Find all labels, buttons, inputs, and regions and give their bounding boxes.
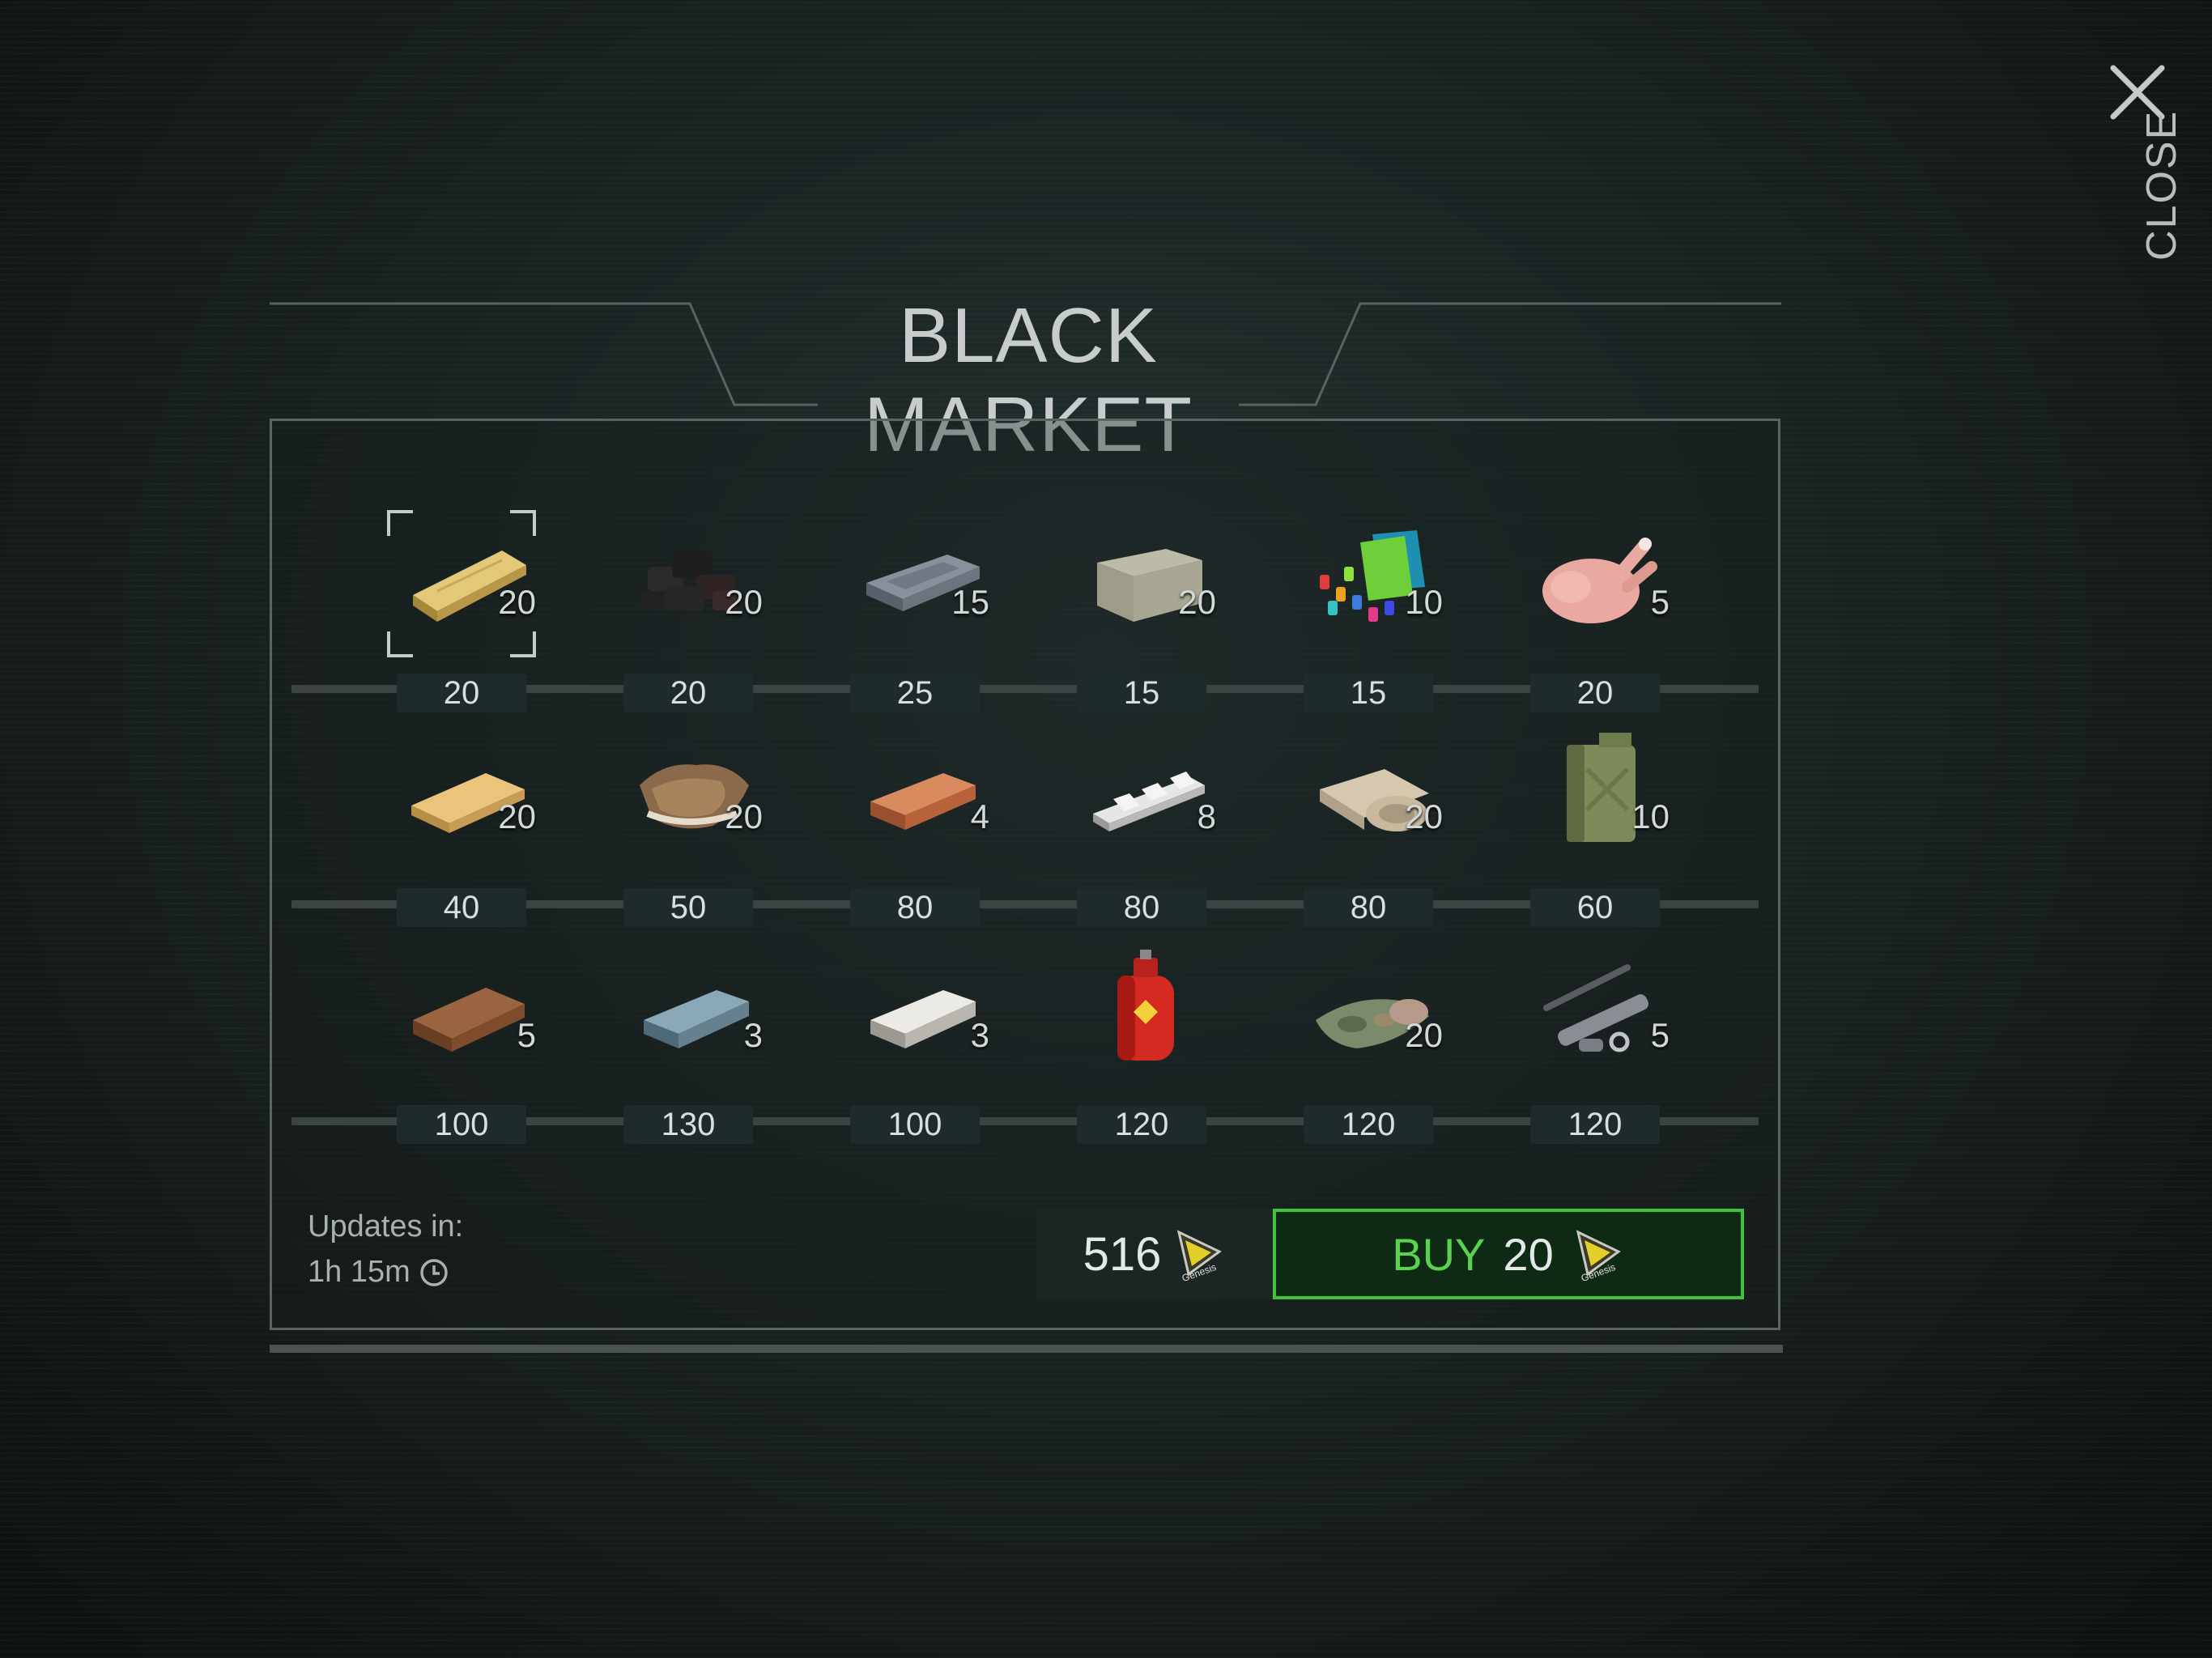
buy-label: BUY bbox=[1392, 1228, 1486, 1280]
clock-icon bbox=[420, 1258, 448, 1286]
weapon-parts-icon bbox=[1543, 964, 1648, 1052]
item-quantity: 4 bbox=[970, 797, 989, 835]
item-price: 120 bbox=[1530, 1105, 1660, 1144]
item-price: 120 bbox=[1077, 1105, 1206, 1144]
item-price: 20 bbox=[1530, 674, 1660, 712]
balance-value: 516 bbox=[1083, 1227, 1162, 1281]
aluminum-bars-icon bbox=[1093, 772, 1205, 831]
item-price: 20 bbox=[623, 674, 753, 712]
item-quantity: 5 bbox=[517, 1016, 536, 1054]
updates-label: Updates in: bbox=[308, 1209, 464, 1244]
gas-cylinder-icon bbox=[1117, 950, 1174, 1061]
item-price: 20 bbox=[397, 674, 526, 712]
market-item[interactable]: 3 bbox=[826, 935, 1004, 1105]
item-price: 25 bbox=[850, 674, 980, 712]
hardwood-plank-icon bbox=[413, 988, 525, 1052]
genesis-coin-icon: Genesis bbox=[1177, 1230, 1223, 1281]
selection-corner bbox=[387, 631, 413, 657]
panel-divider bbox=[270, 1345, 1783, 1353]
market-item[interactable]: 5 bbox=[1506, 935, 1684, 1105]
market-item[interactable]: 20 bbox=[372, 502, 551, 672]
item-price: 100 bbox=[850, 1105, 980, 1144]
genesis-coin-icon: Genesis bbox=[1576, 1230, 1621, 1281]
item-quantity: 10 bbox=[1631, 797, 1670, 835]
buy-button[interactable]: BUY 20 Genesis bbox=[1273, 1209, 1744, 1299]
market-item[interactable]: 20 bbox=[1053, 502, 1231, 672]
item-price: 80 bbox=[1077, 888, 1206, 927]
item-price: 15 bbox=[1077, 674, 1206, 712]
item-quantity: 20 bbox=[725, 583, 763, 621]
raw-chicken-icon bbox=[1542, 538, 1657, 623]
silver-ingot-icon bbox=[870, 990, 976, 1048]
item-quantity: 20 bbox=[498, 797, 536, 835]
item-price: 80 bbox=[1304, 888, 1433, 927]
market-item[interactable]: 20 bbox=[599, 502, 777, 672]
copper-ingot-icon bbox=[870, 773, 976, 830]
market-item[interactable]: 10 bbox=[1279, 502, 1457, 672]
market-item[interactable]: 8 bbox=[1053, 716, 1231, 886]
item-quantity: 5 bbox=[1650, 583, 1670, 621]
market-item[interactable]: 20 bbox=[1279, 935, 1457, 1105]
item-price: 15 bbox=[1304, 674, 1433, 712]
selection-corner bbox=[510, 631, 536, 657]
market-item[interactable]: 5 bbox=[372, 935, 551, 1105]
item-price: 80 bbox=[850, 888, 980, 927]
item-price: 120 bbox=[1304, 1105, 1433, 1144]
market-item[interactable]: 4 bbox=[826, 716, 1004, 886]
item-price: 50 bbox=[623, 888, 753, 927]
item-quantity: 20 bbox=[725, 797, 763, 835]
item-quantity: 10 bbox=[1405, 583, 1443, 621]
currency-balance: 516 Genesis bbox=[1036, 1209, 1273, 1299]
steel-ingot-icon bbox=[644, 990, 749, 1048]
market-item[interactable] bbox=[1053, 935, 1231, 1105]
updates-time-value: 1h 15m bbox=[308, 1255, 410, 1289]
item-quantity: 20 bbox=[498, 583, 536, 621]
market-item[interactable]: 3 bbox=[599, 935, 777, 1105]
item-quantity: 8 bbox=[1197, 797, 1216, 835]
item-price: 40 bbox=[397, 888, 526, 927]
market-item[interactable]: 5 bbox=[1506, 502, 1684, 672]
buy-amount: 20 bbox=[1503, 1228, 1554, 1280]
item-quantity: 20 bbox=[1405, 797, 1443, 835]
updates-timer: 1h 15m bbox=[308, 1255, 449, 1290]
item-quantity: 3 bbox=[970, 1016, 989, 1054]
market-item[interactable]: 10 bbox=[1506, 716, 1684, 886]
market-item[interactable]: 20 bbox=[1279, 716, 1457, 886]
item-price: 60 bbox=[1530, 888, 1660, 927]
item-quantity: 5 bbox=[1650, 1016, 1670, 1054]
item-quantity: 3 bbox=[743, 1016, 763, 1054]
item-price: 130 bbox=[623, 1105, 753, 1144]
item-quantity: 20 bbox=[1405, 1016, 1443, 1054]
item-price: 100 bbox=[397, 1105, 526, 1144]
market-item[interactable]: 20 bbox=[599, 716, 777, 886]
item-quantity: 15 bbox=[951, 583, 989, 621]
market-item[interactable]: 15 bbox=[826, 502, 1004, 672]
item-quantity: 20 bbox=[1178, 583, 1216, 621]
market-item[interactable]: 20 bbox=[372, 716, 551, 886]
